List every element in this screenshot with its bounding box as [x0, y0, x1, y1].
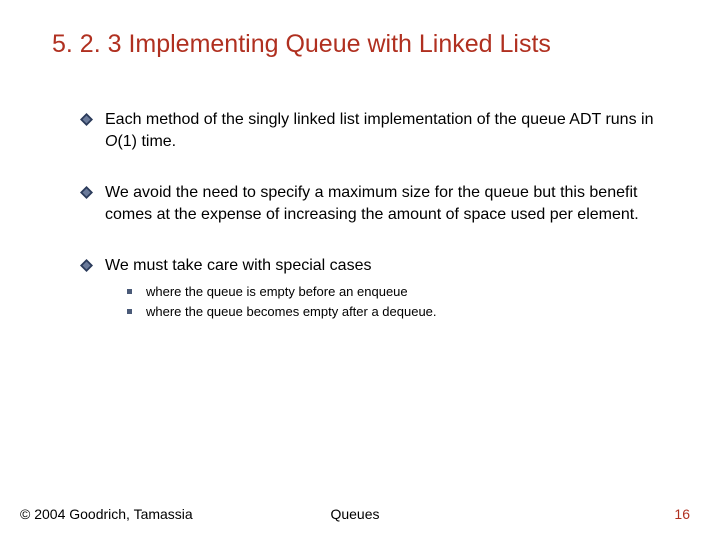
text-fragment: Each method of the singly linked list im…: [105, 111, 653, 128]
square-bullet-icon: [127, 309, 132, 314]
sub-bullet-list: where the queue is empty before an enque…: [127, 283, 670, 321]
diamond-bullet-icon: [80, 113, 93, 126]
big-o-symbol: O: [105, 133, 117, 150]
bullet-item: Each method of the singly linked list im…: [80, 109, 670, 152]
bullet-item: We must take care with special cases whe…: [80, 255, 670, 323]
sub-bullet-item: where the queue is empty before an enque…: [127, 283, 670, 301]
slide-title: 5. 2. 3 Implementing Queue with Linked L…: [52, 30, 680, 59]
bullet-text: Each method of the singly linked list im…: [105, 109, 670, 152]
diamond-bullet-icon: [80, 259, 93, 272]
slide-footer: © 2004 Goodrich, Tamassia Queues 16: [20, 506, 690, 522]
sub-bullet-item: where the queue becomes empty after a de…: [127, 303, 670, 321]
footer-copyright: © 2004 Goodrich, Tamassia: [20, 506, 193, 522]
slide: 5. 2. 3 Implementing Queue with Linked L…: [0, 0, 720, 540]
sub-bullet-text: where the queue is empty before an enque…: [146, 283, 408, 301]
bullet-text: We must take care with special cases whe…: [105, 255, 670, 323]
square-bullet-icon: [127, 289, 132, 294]
text-fragment: (1) time.: [117, 133, 176, 150]
bullet-item: We avoid the need to specify a maximum s…: [80, 182, 670, 225]
diamond-bullet-icon: [80, 186, 93, 199]
bullet-text: We avoid the need to specify a maximum s…: [105, 182, 670, 225]
text-fragment: We must take care with special cases: [105, 257, 371, 274]
content-area: Each method of the singly linked list im…: [80, 109, 670, 323]
footer-page-number: 16: [674, 506, 690, 522]
sub-bullet-text: where the queue becomes empty after a de…: [146, 303, 437, 321]
